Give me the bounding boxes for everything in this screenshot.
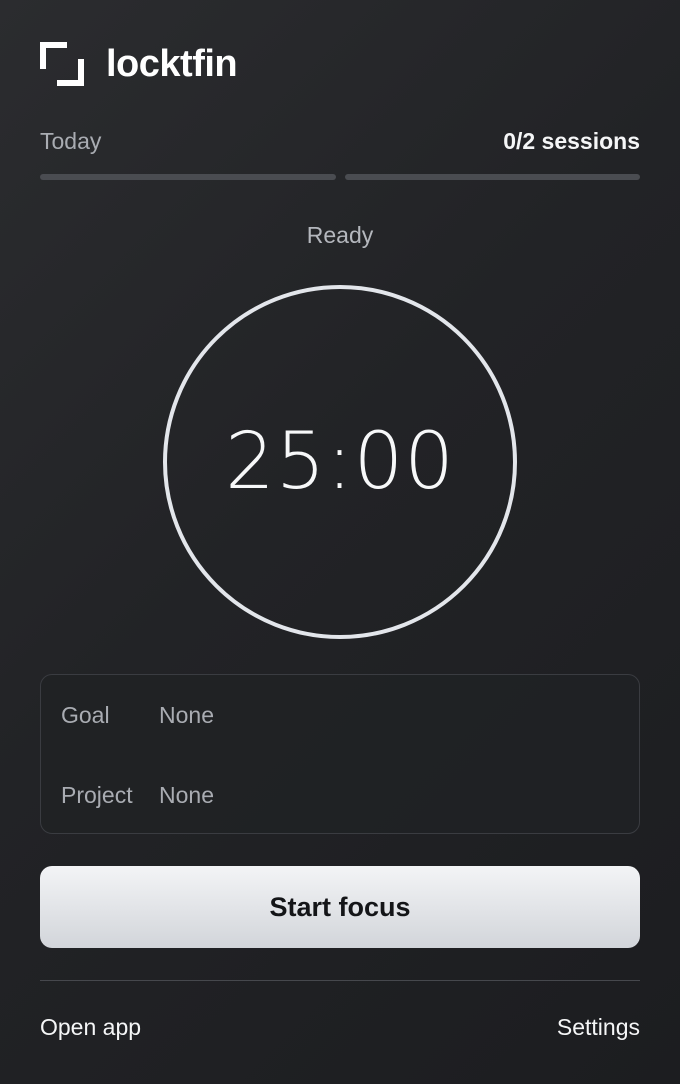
settings-link[interactable]: Settings <box>557 1014 640 1041</box>
today-label: Today <box>40 128 102 154</box>
bracket-corners-icon <box>40 42 84 86</box>
today-summary: Today 0/2 sessions <box>40 128 640 155</box>
session-details-card: Goal None Project None <box>40 674 640 834</box>
footer-divider <box>40 980 640 981</box>
timer-display: 25:00 <box>225 417 455 507</box>
timer-status: Ready <box>306 222 374 248</box>
timer-ring: 25:00 <box>163 285 517 639</box>
project-label: Project <box>61 782 133 808</box>
brand-name: locktfin <box>106 42 238 85</box>
goal-row[interactable]: Goal None <box>61 702 214 729</box>
app-header: locktfin <box>40 40 238 88</box>
footer: Open app Settings <box>40 1014 640 1041</box>
project-value: None <box>159 782 214 808</box>
project-row[interactable]: Project None <box>61 782 214 809</box>
open-app-link[interactable]: Open app <box>40 1014 141 1041</box>
session-count: 0/2 sessions <box>503 128 640 154</box>
goal-label: Goal <box>61 702 110 728</box>
progress-segment-1 <box>40 174 336 180</box>
session-progress <box>40 174 640 180</box>
goal-value: None <box>159 702 214 728</box>
start-focus-button[interactable]: Start focus <box>40 866 640 948</box>
progress-segment-2 <box>344 174 640 180</box>
